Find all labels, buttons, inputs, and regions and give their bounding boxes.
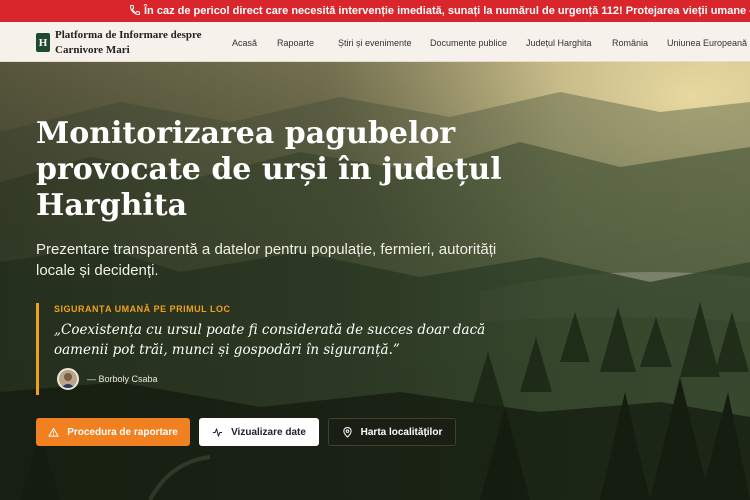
top-navbar: H Platforma de Informare despre Carnivor… xyxy=(0,22,750,62)
map-pin-icon xyxy=(342,426,353,438)
report-procedure-label: Procedura de raportare xyxy=(67,426,178,438)
nav-item-rapoarte[interactable]: Rapoarte xyxy=(277,38,314,48)
hero-title: Monitorizarea pagubelor provocate de urș… xyxy=(36,116,502,223)
phone-icon xyxy=(129,4,141,19)
site-title[interactable]: Platforma de Informare despre Carnivore … xyxy=(55,28,240,58)
quote-block: SIGURANȚA UMANĂ PE PRIMUL LOC „Coexisten… xyxy=(36,303,506,395)
quote-kicker: SIGURANȚA UMANĂ PE PRIMUL LOC xyxy=(54,304,231,314)
nav-item-romania[interactable]: România xyxy=(612,38,648,48)
nav-item-documente[interactable]: Documente publice xyxy=(430,38,507,48)
alert-text: În caz de pericol direct care necesită i… xyxy=(144,5,750,17)
avatar xyxy=(57,368,79,390)
author-row: — Borboly Csaba xyxy=(57,368,158,390)
quote-text: „Coexistența cu ursul poate fi considera… xyxy=(54,322,486,358)
activity-icon xyxy=(212,427,223,438)
hero-subtitle: Prezentare transparentă a datelor pentru… xyxy=(36,241,497,279)
emergency-alert-bar: În caz de pericol direct care necesită i… xyxy=(0,0,750,22)
nav-item-ue[interactable]: Uniunea Europeană xyxy=(667,38,747,48)
nav-item-stiri[interactable]: Știri și evenimente xyxy=(338,38,412,48)
localities-map-label: Harta localităților xyxy=(360,426,443,438)
quote-author: — Borboly Csaba xyxy=(87,374,158,384)
nav-item-harghita[interactable]: Județul Harghita xyxy=(526,38,592,48)
warning-icon xyxy=(48,427,59,438)
view-data-button[interactable]: Vizualizare date xyxy=(199,418,319,446)
report-procedure-button[interactable]: Procedura de raportare xyxy=(36,418,190,446)
view-data-label: Vizualizare date xyxy=(231,426,306,438)
logo-badge[interactable]: H xyxy=(36,33,50,52)
nav-item-acasa[interactable]: Acasă xyxy=(232,38,257,48)
localities-map-button[interactable]: Harta localităților xyxy=(328,418,456,446)
